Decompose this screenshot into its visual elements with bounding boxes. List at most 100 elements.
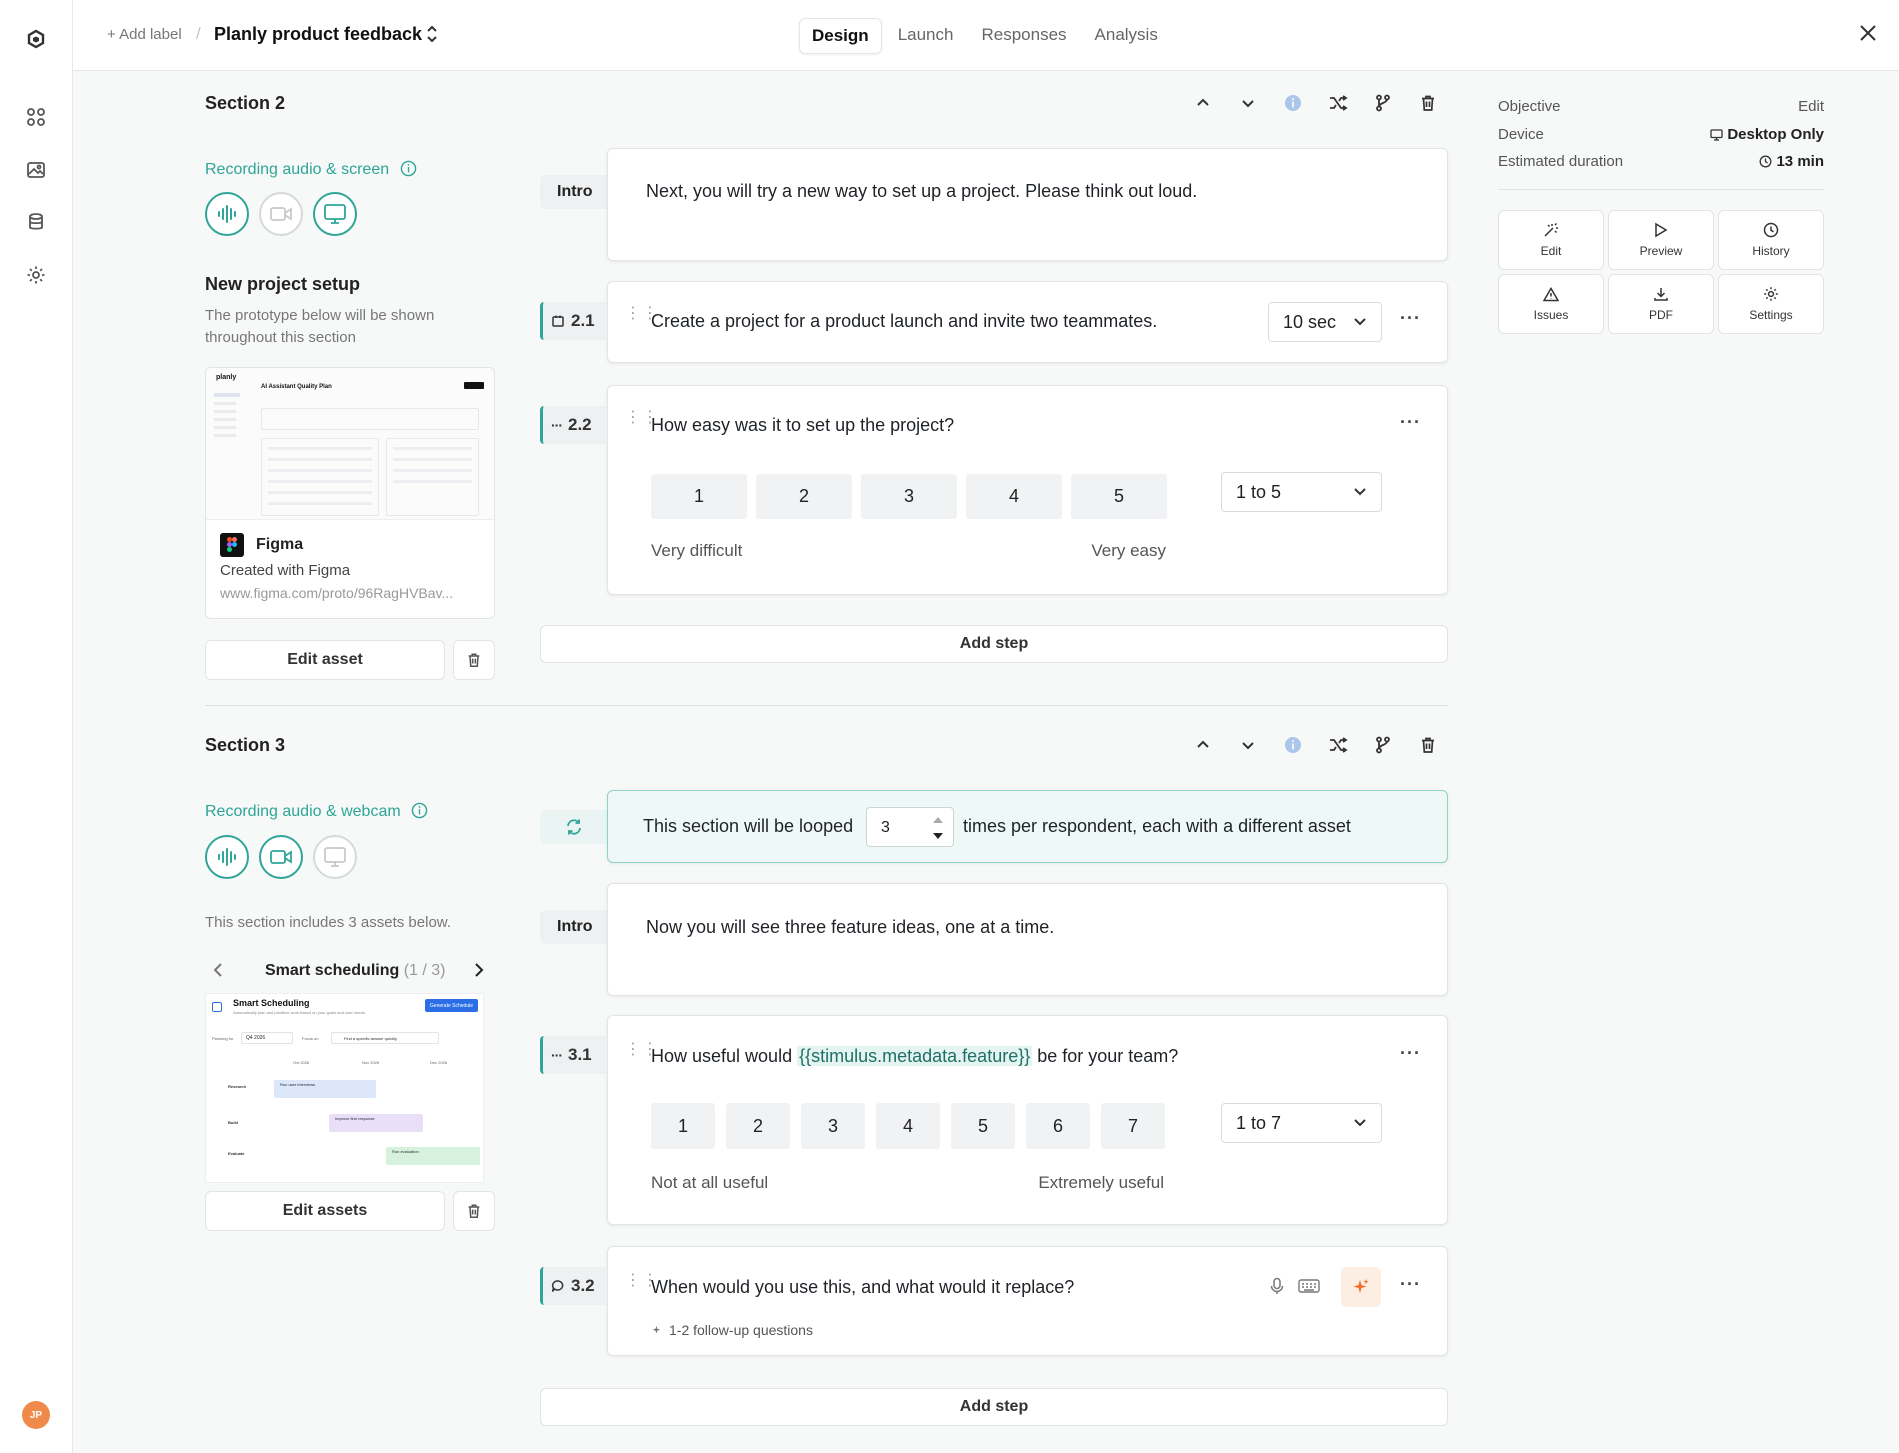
scale-option[interactable]: 2 — [756, 474, 852, 519]
tab-design[interactable]: Design — [799, 18, 882, 54]
scale-option[interactable]: 4 — [966, 474, 1062, 519]
loop-count-stepper[interactable]: 3 — [866, 807, 954, 847]
branch-icon[interactable] — [1370, 732, 1396, 758]
section-3-add-step-button[interactable]: Add step — [540, 1388, 1448, 1426]
step-2-2-card[interactable]: ⋮⋮ How easy was it to set up the project… — [607, 385, 1448, 595]
step-3-1-card[interactable]: ⋮⋮ How useful would {{stimulus.metadata.… — [607, 1015, 1448, 1225]
recording-info-icon[interactable] — [400, 160, 417, 177]
logo-icon[interactable] — [22, 26, 50, 54]
intro-text[interactable]: Next, you will try a new way to set up a… — [646, 181, 1197, 202]
scale-option[interactable]: 7 — [1101, 1103, 1165, 1149]
delete-section-icon[interactable] — [1415, 732, 1441, 758]
preview-tile[interactable]: Preview — [1608, 210, 1714, 270]
scale-option[interactable]: 2 — [726, 1103, 790, 1149]
step-2-1-text[interactable]: Create a project for a product launch an… — [651, 311, 1157, 332]
scale-low-label[interactable]: Very difficult — [651, 541, 742, 561]
move-up-icon[interactable] — [1190, 732, 1216, 758]
image-icon[interactable] — [22, 156, 50, 184]
audio-toggle[interactable] — [205, 192, 249, 236]
section-3-toolbar — [1190, 732, 1441, 758]
issues-tile[interactable]: Issues — [1498, 274, 1604, 334]
variable-token[interactable]: {{stimulus.metadata.feature}} — [797, 1046, 1033, 1066]
more-options-icon[interactable]: ··· — [1400, 1274, 1421, 1295]
webcam-toggle[interactable] — [259, 835, 303, 879]
section-2-intro-card[interactable]: Next, you will try a new way to set up a… — [607, 148, 1448, 261]
more-options-icon[interactable]: ··· — [1400, 1043, 1421, 1064]
objective-edit-link[interactable]: Edit — [1798, 98, 1824, 115]
trash-icon — [468, 1204, 480, 1218]
scale-option[interactable]: 3 — [801, 1103, 865, 1149]
step-2-2-text[interactable]: How easy was it to set up the project? — [651, 415, 954, 436]
edit-tile[interactable]: Edit — [1498, 210, 1604, 270]
settings-gear-icon[interactable] — [22, 261, 50, 289]
scale-low-label[interactable]: Not at all useful — [651, 1173, 768, 1193]
scale-option[interactable]: 1 — [651, 474, 747, 519]
move-up-icon[interactable] — [1190, 90, 1216, 116]
scale-option[interactable]: 4 — [876, 1103, 940, 1149]
close-icon[interactable] — [1857, 22, 1879, 49]
section-3-intro-card[interactable]: Now you will see three feature ideas, on… — [607, 883, 1448, 996]
history-tile[interactable]: History — [1718, 210, 1824, 270]
step-2-1-card[interactable]: ⋮⋮ Create a project for a product launch… — [607, 281, 1448, 363]
loop-count-value[interactable]: 3 — [881, 819, 890, 837]
step-3-2-text[interactable]: When would you use this, and what would … — [651, 1277, 1074, 1298]
figma-asset-card[interactable]: planly AI Assistant Quality Plan Figma C… — [205, 367, 495, 619]
scale-high-label[interactable]: Extremely useful — [1038, 1173, 1164, 1193]
database-icon[interactable] — [22, 208, 50, 236]
delete-assets-button[interactable] — [453, 1191, 495, 1231]
info-icon[interactable] — [1280, 90, 1306, 116]
asset-url[interactable]: www.figma.com/proto/96RagHVBav... — [220, 585, 453, 601]
apps-grid-icon[interactable] — [22, 103, 50, 131]
shuffle-icon[interactable] — [1325, 732, 1351, 758]
project-title[interactable]: Planly product feedback — [214, 24, 422, 45]
follow-up-label[interactable]: 1-2 follow-up questions — [651, 1322, 813, 1338]
device-row: Device Desktop Only — [1498, 126, 1824, 143]
tab-responses[interactable]: Responses — [969, 18, 1078, 54]
more-options-icon[interactable]: ··· — [1400, 412, 1421, 433]
scale-range-select[interactable]: 1 to 5 — [1221, 472, 1382, 512]
stepper-arrows-icon[interactable] — [931, 813, 945, 843]
keyboard-icon[interactable] — [1298, 1278, 1320, 1299]
screen-toggle[interactable] — [313, 192, 357, 236]
section-2-recording-options — [205, 192, 357, 236]
asset-title: New project setup — [205, 274, 361, 294]
delete-section-icon[interactable] — [1415, 90, 1441, 116]
carousel-prev-icon[interactable] — [212, 962, 224, 983]
scale-high-label[interactable]: Very easy — [1091, 541, 1166, 561]
scale-option[interactable]: 6 — [1026, 1103, 1090, 1149]
carousel-next-icon[interactable] — [473, 962, 485, 983]
edit-assets-button[interactable]: Edit assets — [205, 1191, 445, 1231]
delete-asset-button[interactable] — [453, 640, 495, 680]
scale-option[interactable]: 1 — [651, 1103, 715, 1149]
smart-scheduling-thumbnail[interactable]: Smart Scheduling Automatically plan and … — [205, 993, 484, 1183]
tab-launch[interactable]: Launch — [886, 18, 966, 54]
section-2-add-step-button[interactable]: Add step — [540, 625, 1448, 663]
info-icon[interactable] — [1280, 732, 1306, 758]
audio-toggle[interactable] — [205, 835, 249, 879]
scale-option[interactable]: 5 — [951, 1103, 1015, 1149]
screen-toggle[interactable] — [313, 835, 357, 879]
recording-info-icon[interactable] — [411, 802, 428, 819]
branch-icon[interactable] — [1370, 90, 1396, 116]
step-3-2-card[interactable]: ⋮⋮ When would you use this, and what wou… — [607, 1246, 1448, 1356]
scale-range-select[interactable]: 1 to 7 — [1221, 1103, 1382, 1143]
microphone-icon[interactable] — [1270, 1277, 1284, 1300]
scale-option[interactable]: 5 — [1071, 474, 1167, 519]
edit-asset-button[interactable]: Edit asset — [205, 640, 445, 680]
step-3-1-text[interactable]: How useful would {{stimulus.metadata.fea… — [651, 1046, 1178, 1067]
pdf-tile[interactable]: PDF — [1608, 274, 1714, 334]
move-down-icon[interactable] — [1235, 732, 1261, 758]
shuffle-icon[interactable] — [1325, 90, 1351, 116]
ai-sparkle-button[interactable] — [1341, 1267, 1381, 1307]
webcam-toggle[interactable] — [259, 192, 303, 236]
project-switcher-icon[interactable] — [425, 24, 439, 49]
more-options-icon[interactable]: ··· — [1400, 308, 1421, 329]
scale-option[interactable]: 3 — [861, 474, 957, 519]
settings-tile[interactable]: Settings — [1718, 274, 1824, 334]
intro-text[interactable]: Now you will see three feature ideas, on… — [646, 917, 1054, 938]
move-down-icon[interactable] — [1235, 90, 1261, 116]
user-avatar[interactable]: JP — [22, 1401, 50, 1429]
tab-analysis[interactable]: Analysis — [1083, 18, 1170, 54]
add-label-button[interactable]: + Add label — [107, 26, 182, 43]
time-select[interactable]: 10 sec — [1268, 302, 1382, 342]
